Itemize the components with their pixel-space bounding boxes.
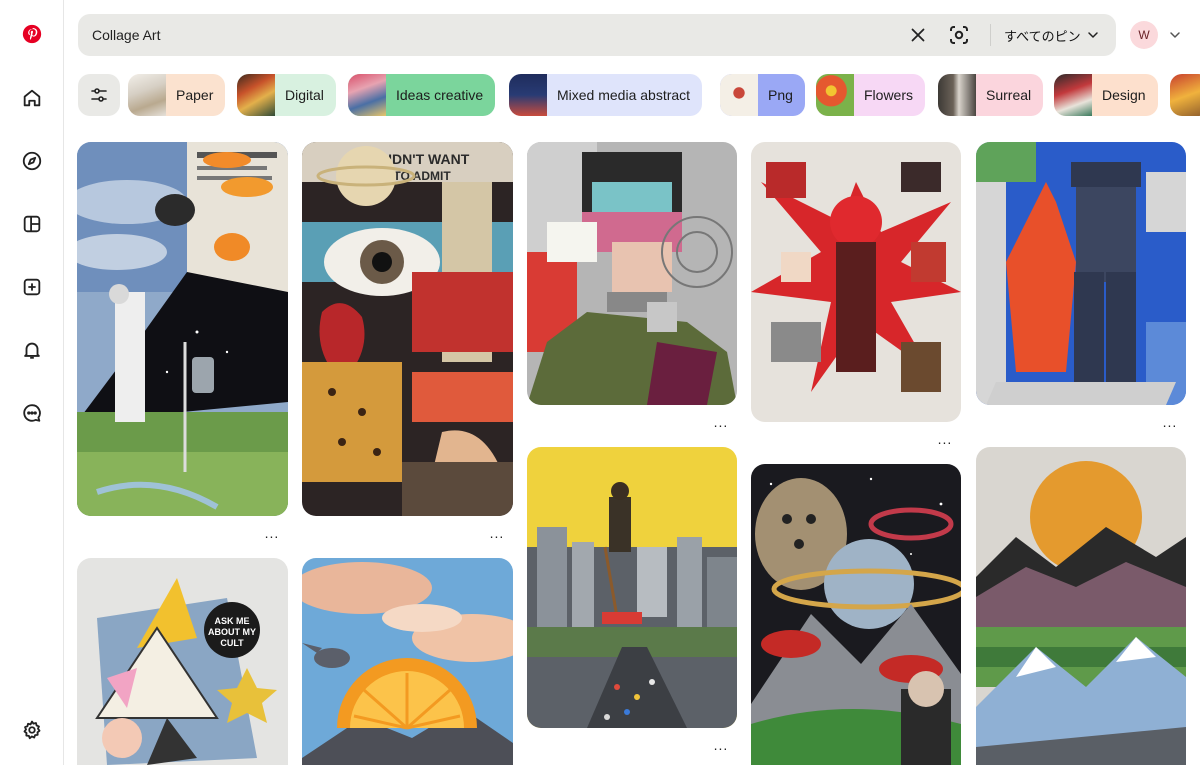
pin-more-options[interactable]: ... [709,415,733,429]
chip-thumbnail [509,74,547,116]
chip-thumbnail [1054,74,1092,116]
camera-lens-icon [950,26,968,44]
chip-design[interactable]: Design [1054,74,1158,116]
boards-icon[interactable] [14,206,50,242]
pin-image-goldfish-collage [77,142,288,516]
pin-image-space-mushroom-collage [751,464,961,765]
search-divider [990,24,991,46]
pin-card[interactable]: ASK ME ABOUT MY CULT [77,558,288,765]
chip-thumbnail [720,74,758,116]
chip-flowers[interactable]: Flowers [816,74,926,116]
pin-image-red-suit-collage [751,142,961,422]
pin-card[interactable] [976,447,1186,765]
pin-card[interactable] [77,142,288,516]
chip-thumbnail [237,74,275,116]
chip-thumbnail [128,74,166,116]
chip-thumbnail [1170,74,1200,116]
pin-card[interactable] [527,447,737,728]
filters-button[interactable] [78,74,120,116]
chip-thumbnail [938,74,976,116]
pin-image-moon-mountains-collage [976,447,1186,765]
avatar[interactable]: W [1130,21,1158,49]
settings-gear-icon[interactable] [14,712,50,748]
pinterest-logo[interactable] [14,16,50,52]
messages-icon[interactable] [14,395,50,431]
chip-label: Mixed media abstract [557,87,691,103]
pin-more-options[interactable]: ... [1158,415,1182,429]
sidebar [0,0,64,765]
close-icon [911,28,925,42]
chevron-down-icon [1170,32,1180,38]
pin-type-dropdown[interactable]: すべてのピン [1004,14,1099,56]
chip-label: Design [1102,87,1146,103]
create-plus-icon[interactable] [14,269,50,305]
chip-png[interactable]: Png [720,74,805,116]
pin-type-label: すべてのピン [1004,28,1081,44]
chip-surreal[interactable]: Surreal [938,74,1044,116]
account-menu-button[interactable] [1166,26,1184,44]
visual-search-button[interactable] [946,22,972,48]
pin-image-blue-figure-collage [976,142,1186,405]
svg-text:ABOUT MY: ABOUT MY [208,627,256,637]
home-icon[interactable] [14,80,50,116]
clear-search-button[interactable] [906,23,930,47]
svg-text:ASK ME: ASK ME [214,616,249,626]
avatar-initial: W [1138,28,1150,42]
chip-label: Digital [285,87,324,103]
chevron-down-icon [1087,32,1098,38]
notifications-bell-icon[interactable] [14,332,50,368]
chip-digital[interactable]: Digital [237,74,336,116]
chip-ideas-creative[interactable]: Ideas creative [348,74,496,116]
chip-thumbnail [348,74,386,116]
chip-label: Png [768,87,793,103]
pin-image-portrait-collage [527,142,737,405]
sliders-icon [91,88,107,102]
chip-thumbnail [816,74,854,116]
pin-more-options[interactable]: ... [709,738,733,752]
pin-image-ask-me-collage: ASK ME ABOUT MY CULT [77,558,288,765]
search-bar[interactable]: Collage Art すべてのピン [78,14,1116,56]
pin-more-options[interactable]: ... [933,432,957,446]
pin-image-orange-sky-collage [302,558,513,765]
pin-card[interactable] [751,142,961,422]
pin-image-city-broom-collage [527,447,737,728]
pin-more-options[interactable]: ... [485,526,509,540]
chip-label: Ideas creative [396,87,484,103]
pin-card[interactable] [976,142,1186,405]
pin-more-options[interactable]: ... [260,526,284,540]
svg-text:CULT: CULT [220,638,244,648]
explore-compass-icon[interactable] [14,143,50,179]
chip-label: Flowers [864,87,914,103]
chip-next-partial[interactable] [1170,74,1200,116]
chip-paper[interactable]: Paper [128,74,226,116]
pin-card[interactable] [527,142,737,405]
chip-label: Surreal [986,87,1032,103]
search-input[interactable]: Collage Art [92,14,160,56]
pin-card[interactable] [302,558,513,765]
pin-card[interactable] [751,464,961,765]
pin-card[interactable]: HE DIDN'T WANT TO ADMIT [302,142,513,516]
chip-mixed-media-abstract[interactable]: Mixed media abstract [509,74,703,116]
chip-label: Paper [176,87,214,103]
pin-image-eye-heart-collage: HE DIDN'T WANT TO ADMIT [302,142,513,516]
related-search-chips: Paper Digital Ideas creative Mixed media… [78,74,1200,118]
